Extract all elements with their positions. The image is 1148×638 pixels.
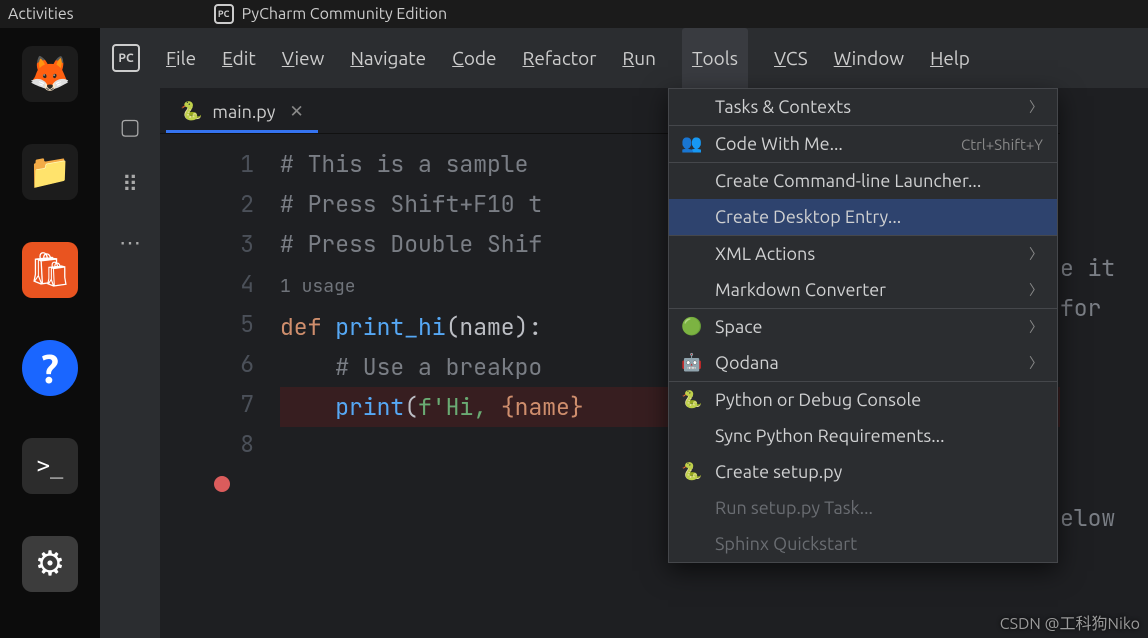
menu-item-label: Sphinx Quickstart xyxy=(715,534,857,554)
topbar-app-title: PyCharm Community Edition xyxy=(242,5,448,23)
🐍-icon: 🐍 xyxy=(681,462,703,482)
gutter: 12345678 xyxy=(160,144,280,638)
line-number: 1 xyxy=(160,144,254,184)
menu-item-create-desktop-entry[interactable]: Create Desktop Entry... xyxy=(669,199,1057,235)
menu-navigate[interactable]: Navigate xyxy=(350,47,426,69)
menu-item-qodana[interactable]: 🤖 Qodana 〉 xyxy=(669,345,1057,381)
line-number: 3 xyxy=(160,224,254,264)
menu-item-xml-actions[interactable]: XML Actions 〉 xyxy=(669,235,1057,272)
breakpoint-icon[interactable] xyxy=(214,476,230,492)
menu-view[interactable]: View xyxy=(282,47,325,69)
menu-item-label: Create setup.py xyxy=(715,462,842,482)
menu-tools[interactable]: Tools xyxy=(682,28,748,88)
menu-item-create-command-line-launcher[interactable]: Create Command-line Launcher... xyxy=(669,162,1057,199)
menu-item-sphinx-quickstart: Sphinx Quickstart xyxy=(669,526,1057,562)
pycharm-icon: PC xyxy=(214,4,234,24)
line-number: 5 xyxy=(160,304,254,344)
tool-strip: ▢ ⠿ ⋯ xyxy=(100,88,160,638)
menu-item-python-or-debug-console[interactable]: 🐍 Python or Debug Console xyxy=(669,381,1057,418)
menu-item-label: Python or Debug Console xyxy=(715,390,921,410)
menu-item-space[interactable]: 🟢 Space 〉 xyxy=(669,308,1057,345)
chevron-right-icon: 〉 xyxy=(1029,353,1043,373)
dock-item-firefox[interactable]: 🦊 xyxy=(22,46,78,102)
tab-filename: main.py xyxy=(212,102,275,122)
chevron-right-icon: 〉 xyxy=(1029,280,1043,300)
menu-item-markdown-converter[interactable]: Markdown Converter 〉 xyxy=(669,272,1057,308)
dock-item-software[interactable]: 🛍 xyxy=(22,242,78,298)
menu-item-tasks-contexts[interactable]: Tasks & Contexts 〉 xyxy=(669,89,1057,125)
👥-icon: 👥 xyxy=(681,134,703,154)
🟢-icon: 🟢 xyxy=(681,317,703,337)
line-number: 4 xyxy=(160,264,254,304)
line-number xyxy=(160,464,254,504)
watermark: CSDN @工科狗Niko xyxy=(1000,610,1140,634)
structure-icon[interactable]: ⠿ xyxy=(122,172,138,198)
menu-vcs[interactable]: VCS xyxy=(774,47,808,69)
menu-item-label: Create Desktop Entry... xyxy=(715,207,901,227)
menu-item-label: Run setup.py Task... xyxy=(715,498,873,518)
menu-item-label: Space xyxy=(715,317,762,337)
dock-item-settings[interactable]: ⚙ xyxy=(22,536,78,592)
os-topbar: Activities PC PyCharm Community Edition xyxy=(0,0,1148,28)
dock-item-files[interactable]: 📁 xyxy=(22,144,78,200)
code-right-peek: e it for elow xyxy=(1060,88,1148,538)
menu-help[interactable]: Help xyxy=(930,47,970,69)
dock-item-terminal[interactable]: >_ xyxy=(22,438,78,494)
dock-item-help[interactable]: ? xyxy=(22,340,78,396)
python-icon: 🐍 xyxy=(180,101,202,122)
line-number: 2 xyxy=(160,184,254,224)
menu-item-label: XML Actions xyxy=(715,244,815,264)
🐍-icon: 🐍 xyxy=(681,390,703,410)
menu-window[interactable]: Window xyxy=(834,47,904,69)
menu-edit[interactable]: Edit xyxy=(222,47,256,69)
menu-refactor[interactable]: Refactor xyxy=(523,47,597,69)
menu-code[interactable]: Code xyxy=(452,47,496,69)
chevron-right-icon: 〉 xyxy=(1029,244,1043,264)
chevron-right-icon: 〉 xyxy=(1029,317,1043,337)
line-number: 6 xyxy=(160,344,254,384)
dock: 🦊 📁 🛍? >_ ⚙ xyxy=(0,28,100,638)
chevron-right-icon: 〉 xyxy=(1029,97,1043,117)
menu-shortcut: Ctrl+Shift+Y xyxy=(961,136,1043,153)
close-icon[interactable]: ✕ xyxy=(289,102,303,122)
🤖-icon: 🤖 xyxy=(681,353,703,373)
menu-item-label: Sync Python Requirements... xyxy=(715,426,945,446)
menu-item-create-setup-py[interactable]: 🐍 Create setup.py xyxy=(669,454,1057,490)
line-number: 8 xyxy=(160,424,254,464)
app-logo-icon: PC xyxy=(112,44,140,72)
tools-dropdown: Tasks & Contexts 〉 👥 Code With Me... Ctrl+Sh… xyxy=(668,88,1058,563)
menu-item-label: Tasks & Contexts xyxy=(715,97,851,117)
menu-item-label: Markdown Converter xyxy=(715,280,886,300)
menubar: PC File Edit View Navigate Code Refactor Run To… xyxy=(100,28,1148,88)
menu-item-label: Code With Me... xyxy=(715,134,843,154)
menu-item-label: Qodana xyxy=(715,353,779,373)
topbar-app: PC PyCharm Community Edition xyxy=(214,4,448,24)
line-number: 7 xyxy=(160,384,254,424)
menu-item-sync-python-requirements[interactable]: Sync Python Requirements... xyxy=(669,418,1057,454)
editor-tab[interactable]: 🐍 main.py ✕ xyxy=(166,93,318,133)
menu-item-code-with-me[interactable]: 👥 Code With Me... Ctrl+Shift+Y xyxy=(669,125,1057,162)
menu-file[interactable]: File xyxy=(166,47,196,69)
menu-run[interactable]: Run xyxy=(622,47,656,69)
menu-item-label: Create Command-line Launcher... xyxy=(715,171,981,191)
project-icon[interactable]: ▢ xyxy=(120,114,141,140)
more-icon[interactable]: ⋯ xyxy=(119,230,141,256)
activities-label[interactable]: Activities xyxy=(8,5,74,23)
menu-item-run-setup-py-task: Run setup.py Task... xyxy=(669,490,1057,526)
